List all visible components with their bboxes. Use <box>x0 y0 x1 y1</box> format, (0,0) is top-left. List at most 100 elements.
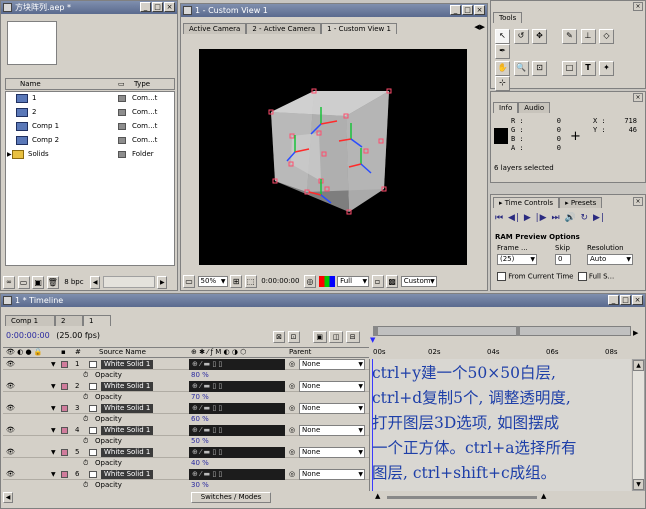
frame-rate-dropdown[interactable]: (25) <box>497 254 537 265</box>
scroll-left-icon[interactable]: ◀ <box>90 276 101 289</box>
timeline-titlebar[interactable]: 1 * Timeline _ □ × <box>1 294 645 307</box>
zoom-in-icon[interactable]: ▲ <box>541 492 546 500</box>
close-button[interactable]: × <box>474 5 485 15</box>
viewer-canvas[interactable] <box>199 49 467 265</box>
column-name[interactable]: Name <box>20 79 41 90</box>
parent-dropdown[interactable]: None <box>299 403 365 414</box>
region-icon[interactable]: ▫ <box>371 275 384 288</box>
twirl-down-icon[interactable]: ▼ <box>51 447 56 458</box>
project-item[interactable]: 2 Com...t <box>6 107 174 118</box>
bpc-label[interactable]: 8 bpc <box>64 278 83 286</box>
label-color-swatch[interactable] <box>118 95 126 102</box>
project-titlebar[interactable]: 方块阵列.aep * _ □ × <box>1 1 177 14</box>
time-ruler[interactable]: 00s 02s 04s 06s 08s <box>373 347 635 358</box>
rotation-tool-icon[interactable]: ↺ <box>513 29 529 44</box>
transparency-grid-icon[interactable]: ▩ <box>386 275 399 288</box>
label-color-swatch[interactable] <box>61 427 68 434</box>
opacity-property-row[interactable]: ⏱ Opacity 30 % <box>3 480 369 491</box>
live-update-icon[interactable]: ⊡ <box>287 331 300 343</box>
opacity-property-row[interactable]: ⏱ Opacity 50 % <box>3 436 369 447</box>
parent-pick-whip-icon[interactable]: ◎ <box>289 403 295 414</box>
minimize-button[interactable]: _ <box>450 5 461 15</box>
pan-behind-tool-icon[interactable]: ⊡ <box>532 61 547 76</box>
layer-source-name[interactable]: White Solid 1 <box>101 404 154 413</box>
work-area-end-handle[interactable] <box>516 326 520 336</box>
twirl-down-icon[interactable]: ▼ <box>51 425 56 436</box>
track-area[interactable]: ctrl+y建一个50×50白层, ctrl+d复制5个, 调整透明度, 打开图层3… <box>369 359 631 491</box>
grid-icon[interactable]: ⊞ <box>230 275 243 288</box>
expand-arrow-icon[interactable]: ▶ <box>7 149 12 160</box>
close-button[interactable]: × <box>164 2 175 12</box>
selection-tool-icon[interactable]: ↖ <box>495 29 510 44</box>
layer-source-name[interactable]: White Solid 1 <box>101 470 154 479</box>
scroll-down-icon[interactable]: ▼ <box>633 479 644 490</box>
zoom-slider[interactable] <box>387 496 537 499</box>
tab-2-active-camera[interactable]: 2 - Active Camera <box>246 23 322 34</box>
column-parent[interactable]: Parent <box>289 348 311 357</box>
parent-pick-whip-icon[interactable]: ◎ <box>289 469 295 480</box>
stopwatch-icon[interactable]: ⏱ <box>83 458 88 469</box>
layer-switches[interactable]: ⊕ ⁄ ▬ ▯ ▯ <box>189 381 285 392</box>
parent-pick-whip-icon[interactable]: ◎ <box>289 381 295 392</box>
play-icon[interactable]: ▶ <box>524 213 532 223</box>
parent-dropdown[interactable]: None <box>299 469 365 480</box>
tab-presets[interactable]: ▸ Presets <box>559 197 603 208</box>
opacity-property-row[interactable]: ⏱ Opacity 80 % <box>3 370 369 381</box>
label-color-swatch[interactable] <box>118 151 126 158</box>
loop-icon[interactable]: ↻ <box>581 213 590 223</box>
tools-close-icon[interactable]: × <box>633 2 643 11</box>
project-item[interactable]: ▶ Solids Folder <box>6 149 174 160</box>
label-color-swatch[interactable] <box>118 109 126 116</box>
layer-switches[interactable]: ⊕ ⁄ ▬ ▯ ▯ <box>189 447 285 458</box>
opacity-value[interactable]: 50 % <box>191 436 209 447</box>
eye-icon[interactable]: 👁 <box>6 359 15 370</box>
tab-tools[interactable]: Tools <box>493 12 523 23</box>
opacity-value[interactable]: 80 % <box>191 370 209 381</box>
parent-dropdown[interactable]: None <box>299 359 365 370</box>
layer-source-name[interactable]: White Solid 1 <box>101 448 154 457</box>
time-controls-close-icon[interactable]: × <box>633 197 643 206</box>
opacity-value[interactable]: 60 % <box>191 414 209 425</box>
viewer-timecode[interactable]: 0:00:00:00 <box>261 277 299 285</box>
tab-scroll-icon[interactable]: ◀▶ <box>474 23 485 31</box>
parent-pick-whip-icon[interactable]: ◎ <box>289 359 295 370</box>
label-color-swatch[interactable] <box>61 471 68 478</box>
label-color-swatch[interactable] <box>61 383 68 390</box>
tab-audio[interactable]: Audio <box>518 102 551 113</box>
resolution-dropdown-ram[interactable]: Auto <box>587 254 633 265</box>
eye-icon[interactable]: 👁 <box>6 403 15 414</box>
last-frame-icon[interactable]: ⏭ <box>551 213 560 223</box>
timeline-timecode[interactable]: 0:00:00:00 <box>6 331 50 340</box>
close-button[interactable]: × <box>632 295 643 305</box>
skip-field[interactable]: 0 <box>555 254 571 265</box>
twirl-down-icon[interactable]: ▼ <box>51 381 56 392</box>
scroll-up-icon[interactable]: ▲ <box>633 360 644 371</box>
layer-row[interactable]: 👁 ▼ 4 White Solid 1 ⊕ ⁄ ▬ ▯ ▯ ◎ None <box>3 425 369 436</box>
expand-icon[interactable]: ◀ <box>3 492 13 503</box>
column-number[interactable]: # <box>75 348 81 357</box>
next-frame-icon[interactable]: |▶ <box>536 213 548 223</box>
eraser-tool-icon[interactable]: ◇ <box>599 29 614 44</box>
stopwatch-icon[interactable]: ⏱ <box>83 370 88 381</box>
twirl-down-icon[interactable]: ▼ <box>51 359 56 370</box>
from-current-time-checkbox[interactable] <box>497 272 506 281</box>
audio-icon[interactable]: 🔊 <box>564 213 576 223</box>
label-color-swatch[interactable] <box>118 123 126 130</box>
clone-stamp-tool-icon[interactable]: ⊥ <box>580 29 596 44</box>
minimize-button[interactable]: _ <box>140 2 151 12</box>
tab-1[interactable]: 1 <box>83 315 111 326</box>
hand-tool-icon[interactable]: ✋ <box>495 61 510 76</box>
comp-flowchart-icon[interactable]: ⊠ <box>273 331 285 343</box>
parent-dropdown[interactable]: None <box>299 425 365 436</box>
layer-row[interactable]: 👁 ▼ 3 White Solid 1 ⊕ ⁄ ▬ ▯ ▯ ◎ None <box>3 403 369 414</box>
frame-blending-icon[interactable]: ▣ <box>312 331 327 343</box>
minimize-button[interactable]: _ <box>608 295 619 305</box>
motion-blur-icon[interactable]: ◫ <box>329 331 344 343</box>
layer-row[interactable]: 👁 ▼ 6 White Solid 1 ⊕ ⁄ ▬ ▯ ▯ ◎ None <box>3 469 369 480</box>
layer-switches[interactable]: ⊕ ⁄ ▬ ▯ ▯ <box>189 425 285 436</box>
resolution-dropdown[interactable]: Full <box>337 276 370 287</box>
prev-frame-icon[interactable]: ◀| <box>508 213 520 223</box>
layer-source-name[interactable]: White Solid 1 <box>101 382 154 391</box>
layer-switches[interactable]: ⊕ ⁄ ▬ ▯ ▯ <box>189 359 285 370</box>
tab-2[interactable]: 2 <box>55 315 83 326</box>
